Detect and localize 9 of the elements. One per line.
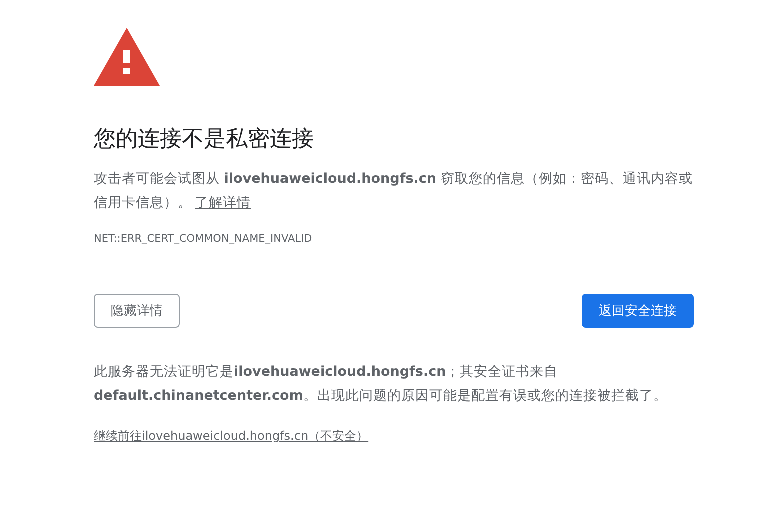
page-heading: 您的连接不是私密连接 — [94, 126, 315, 154]
hide-details-button[interactable]: 隐藏详情 — [94, 294, 180, 328]
learn-more-link[interactable]: 了解详情 — [195, 195, 251, 211]
explanation-text: 攻击者可能会试图从 ilovehuaweicloud.hongfs.cn 窃取您的信息（例如：密码、通讯内容或信用卡信息）。 了解详情 — [94, 170, 694, 213]
details-text: 此服务器无法证明它是ilovehuaweicloud.hongfs.cn；其安全证书来自 default.chinanetcenter.com。出现此问题的原因可能是配置有误或您的连接被拦截了。 — [94, 363, 668, 406]
back-to-safety-button[interactable]: 返回安全连接 — [582, 294, 694, 328]
proceed-link[interactable]: 继续前往ilovehuaweicloud.hongfs.cn（不安全） — [94, 428, 369, 445]
warning-icon — [94, 28, 160, 86]
error-code: NET::ERR_CERT_COMMON_NAME_INVALID — [94, 232, 314, 246]
